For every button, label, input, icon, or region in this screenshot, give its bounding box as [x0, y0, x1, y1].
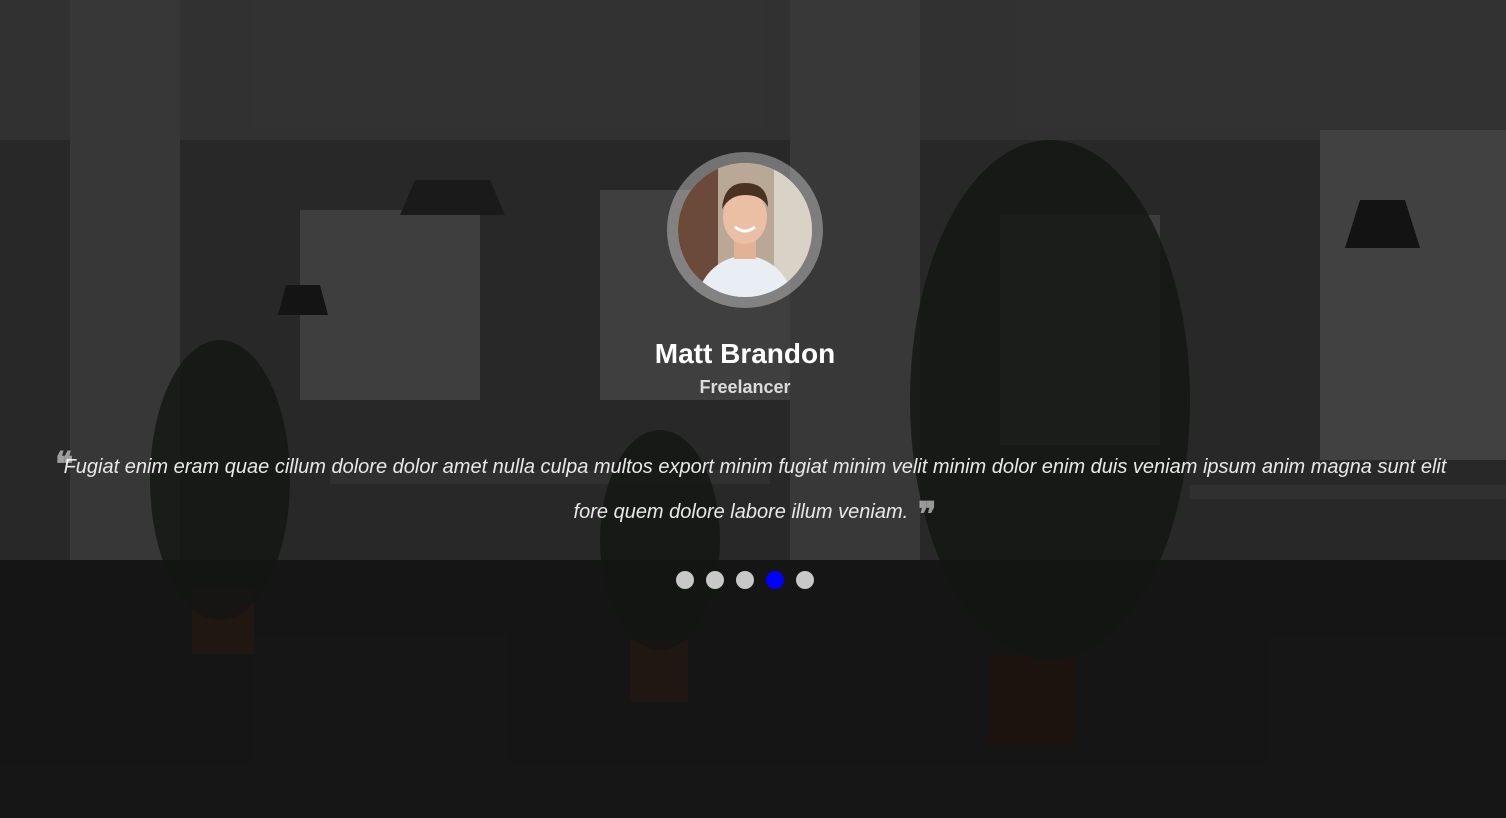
testimonials-section: Matt Brandon Freelancer ❝ Fugiat enim er… — [0, 0, 1506, 818]
pagination-dot-1[interactable] — [676, 571, 694, 589]
testimonial-role: Freelancer — [699, 377, 791, 397]
avatar-frame — [667, 152, 823, 308]
slider-pagination — [0, 571, 1490, 589]
pagination-dot-4[interactable] — [766, 571, 784, 589]
testimonial-slide: Matt Brandon Freelancer ❝ Fugiat enim er… — [0, 0, 1506, 818]
pagination-dot-3[interactable] — [736, 571, 754, 589]
testimonial-name: Matt Brandon — [654, 338, 836, 369]
quote-text: Fugiat enim eram quae cillum dolore dolo… — [63, 456, 1447, 523]
pagination-dot-2[interactable] — [706, 571, 724, 589]
testimonial-quote: ❝ Fugiat enim eram quae cillum dolore do… — [55, 445, 1455, 535]
quote-left-icon: ❝ — [55, 445, 74, 485]
pagination-dot-5[interactable] — [796, 571, 814, 589]
quote-right-icon: ❞ — [918, 495, 937, 535]
avatar — [678, 163, 812, 297]
